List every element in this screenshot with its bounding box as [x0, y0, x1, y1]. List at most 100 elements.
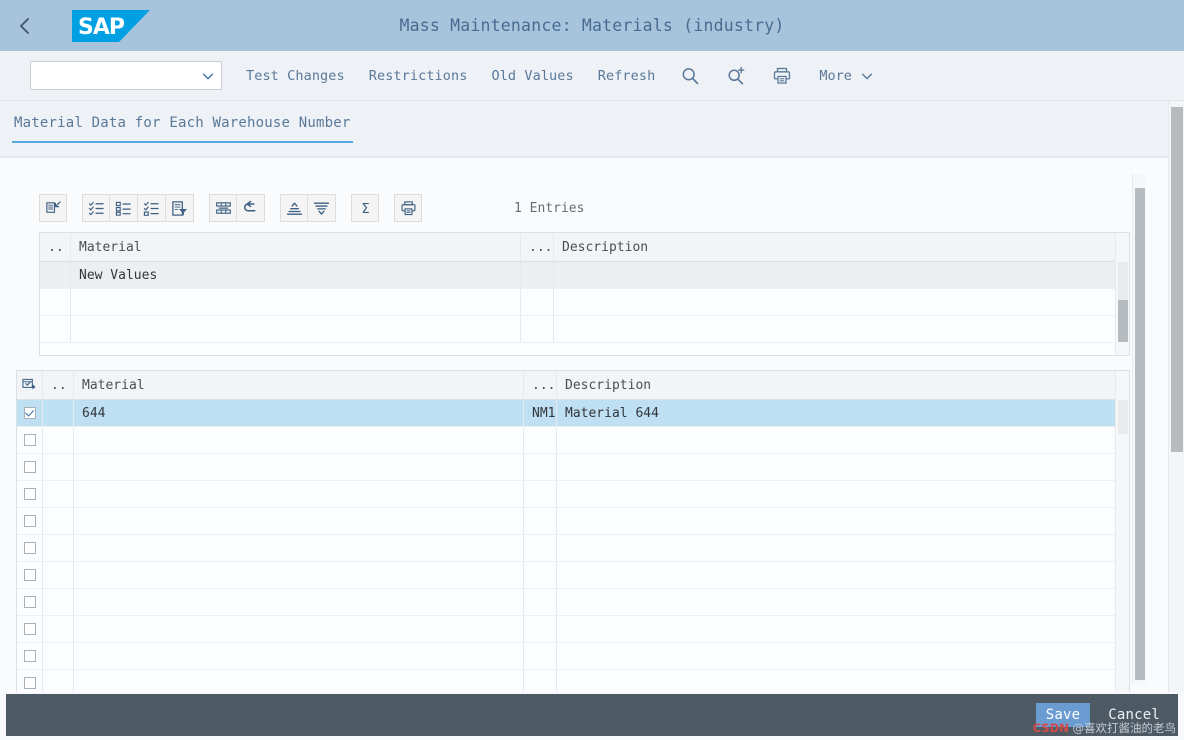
column-header-material[interactable]: Material: [71, 233, 521, 261]
cell-material[interactable]: [74, 643, 524, 669]
cell-extra[interactable]: [524, 454, 557, 480]
select-all-header[interactable]: [17, 371, 43, 399]
column-header-description[interactable]: Description: [557, 371, 1129, 399]
cell-description[interactable]: [557, 562, 1129, 588]
toolbar-item-old-values[interactable]: Old Values: [491, 68, 573, 84]
cell-description[interactable]: [554, 262, 1129, 288]
tab-material-data-warehouse[interactable]: Material Data for Each Warehouse Number: [12, 111, 353, 143]
cell-material[interactable]: [74, 427, 524, 453]
cell-description[interactable]: [554, 289, 1129, 315]
cell-description[interactable]: [557, 535, 1129, 561]
cell-description[interactable]: [557, 454, 1129, 480]
cell-description[interactable]: Material 644: [557, 400, 1129, 426]
table-row[interactable]: [17, 670, 1129, 692]
table-row[interactable]: New Values: [40, 262, 1129, 289]
cell-material[interactable]: 644: [74, 400, 524, 426]
cell-extra[interactable]: [524, 508, 557, 534]
column-header-extra[interactable]: ...: [521, 233, 554, 261]
cell-material[interactable]: New Values: [71, 262, 521, 288]
sort-ascending-button[interactable]: [280, 194, 308, 222]
row-checkbox[interactable]: [17, 589, 43, 615]
cell-description[interactable]: [557, 616, 1129, 642]
cell-material[interactable]: [74, 616, 524, 642]
cell-material[interactable]: [74, 589, 524, 615]
cell-description[interactable]: [557, 589, 1129, 615]
table-row[interactable]: [17, 454, 1129, 481]
cell-material[interactable]: [74, 562, 524, 588]
cell-extra[interactable]: [524, 670, 557, 692]
cell-description[interactable]: [557, 481, 1129, 507]
materials-table-scrollbar[interactable]: [1115, 371, 1129, 692]
table-row[interactable]: [17, 643, 1129, 670]
collapse-grid-button[interactable]: [39, 194, 67, 222]
table-row[interactable]: [17, 616, 1129, 643]
sort-descending-button[interactable]: [308, 194, 336, 222]
row-checkbox[interactable]: [17, 535, 43, 561]
cell-description[interactable]: [557, 508, 1129, 534]
page-scrollbar[interactable]: [1168, 101, 1184, 692]
cell-extra[interactable]: [524, 481, 557, 507]
cell-extra[interactable]: [524, 643, 557, 669]
search-button[interactable]: [679, 65, 701, 87]
column-header-extra[interactable]: ...: [524, 371, 557, 399]
column-header-material[interactable]: Material: [74, 371, 524, 399]
cell-material[interactable]: [71, 289, 521, 315]
column-header-select[interactable]: ..: [43, 371, 74, 399]
cell-description[interactable]: [557, 643, 1129, 669]
column-header-description[interactable]: Description: [554, 233, 1129, 261]
row-checkbox[interactable]: [17, 454, 43, 480]
cell-extra[interactable]: [524, 616, 557, 642]
cell-description[interactable]: [554, 316, 1129, 342]
upper-table-scrollbar[interactable]: [1115, 233, 1129, 355]
toolbar-item-restrictions[interactable]: Restrictions: [369, 68, 468, 84]
cell-extra[interactable]: [524, 589, 557, 615]
table-row[interactable]: 644 NM1 Material 644: [17, 400, 1129, 427]
layout-button[interactable]: [209, 194, 237, 222]
table-row[interactable]: [17, 589, 1129, 616]
print-button[interactable]: [771, 65, 793, 87]
search-more-button[interactable]: [725, 65, 747, 87]
table-row[interactable]: [17, 508, 1129, 535]
save-button[interactable]: Save: [1035, 703, 1091, 727]
cell-material[interactable]: [74, 454, 524, 480]
cell-extra[interactable]: [524, 535, 557, 561]
back-button[interactable]: [0, 0, 50, 51]
variant-select[interactable]: [30, 61, 222, 90]
table-row[interactable]: [17, 481, 1129, 508]
more-menu-button[interactable]: More: [819, 68, 874, 84]
cell-material[interactable]: [74, 535, 524, 561]
table-row[interactable]: [17, 562, 1129, 589]
row-checkbox[interactable]: [17, 562, 43, 588]
table-row[interactable]: [17, 535, 1129, 562]
table-row[interactable]: [17, 427, 1129, 454]
cell-material[interactable]: [74, 670, 524, 692]
row-checkbox[interactable]: [17, 670, 43, 692]
cell-extra[interactable]: [524, 562, 557, 588]
cell-description[interactable]: [557, 427, 1129, 453]
cell-extra[interactable]: [524, 427, 557, 453]
cell-material[interactable]: [74, 508, 524, 534]
row-checkbox[interactable]: [17, 427, 43, 453]
filter-button[interactable]: [166, 194, 194, 222]
page-scrollbar-thumb[interactable]: [1171, 107, 1183, 452]
select-block-button[interactable]: [110, 194, 138, 222]
cancel-button[interactable]: Cancel: [1098, 703, 1170, 727]
deselect-all-button[interactable]: [138, 194, 166, 222]
cell-material[interactable]: [74, 481, 524, 507]
cell-description[interactable]: [557, 670, 1129, 692]
toolbar-item-refresh[interactable]: Refresh: [598, 68, 656, 84]
select-all-button[interactable]: [82, 194, 110, 222]
cell-material[interactable]: [71, 316, 521, 342]
content-scrollbar[interactable]: [1132, 174, 1146, 684]
print-grid-button[interactable]: [394, 194, 422, 222]
row-checkbox[interactable]: [17, 508, 43, 534]
row-checkbox[interactable]: [17, 616, 43, 642]
table-row[interactable]: [40, 289, 1129, 316]
sum-button[interactable]: Σ: [351, 194, 379, 222]
cell-extra[interactable]: NM1: [524, 400, 557, 426]
content-scrollbar-thumb[interactable]: [1135, 188, 1145, 680]
column-header-select[interactable]: ..: [40, 233, 71, 261]
row-checkbox[interactable]: [17, 400, 43, 426]
row-checkbox[interactable]: [17, 481, 43, 507]
row-checkbox[interactable]: [17, 643, 43, 669]
